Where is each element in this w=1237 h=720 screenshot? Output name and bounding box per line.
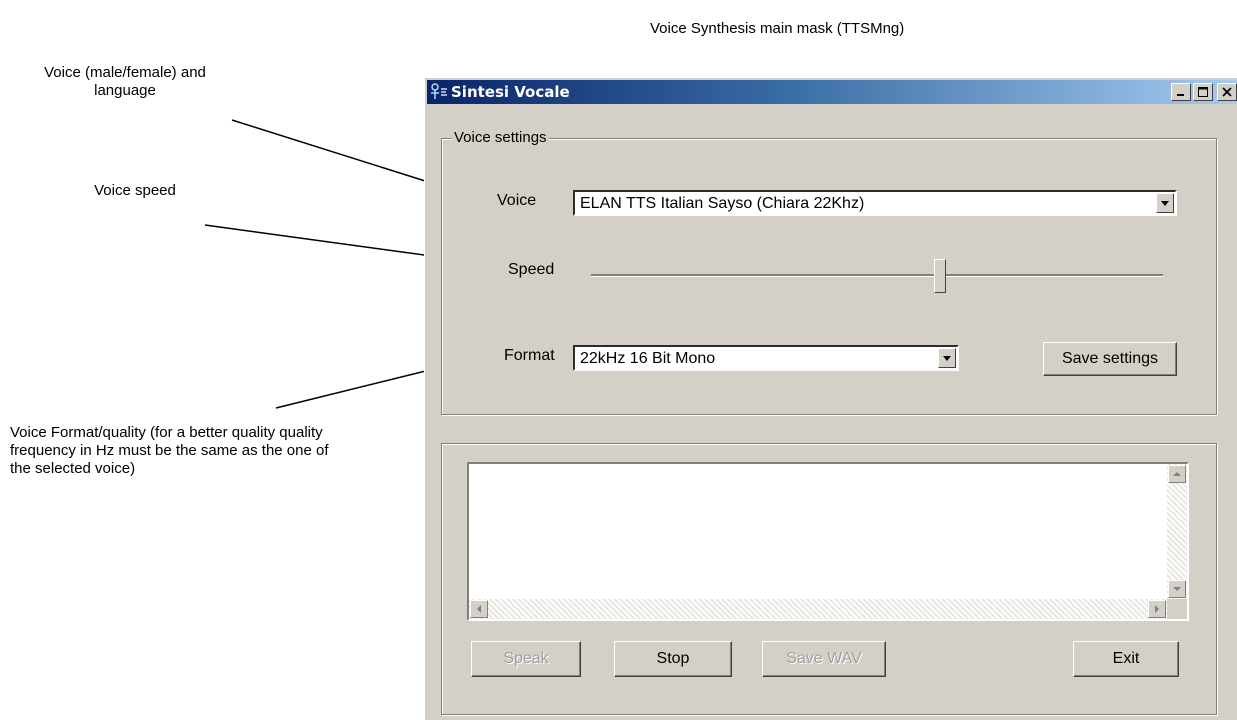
exit-button[interactable]: Exit <box>1073 641 1179 677</box>
title-bar[interactable]: Sintesi Vocale <box>427 80 1237 104</box>
format-select[interactable]: 22kHz 16 Bit Mono <box>573 345 959 371</box>
minimize-button[interactable] <box>1171 83 1191 101</box>
stop-button[interactable]: Stop <box>614 641 732 677</box>
scroll-right-button[interactable] <box>1148 600 1166 618</box>
speech-app-icon <box>431 83 447 99</box>
annotation-format: Voice Format/quality (for a better quali… <box>10 424 329 477</box>
document-title: Voice Synthesis main mask (TTSMng) <box>650 20 905 37</box>
scroll-up-button[interactable] <box>1168 465 1186 483</box>
tts-window: Sintesi Vocale Voice settings Voice ELAN… <box>424 77 1237 720</box>
save-wav-button[interactable]: Save WAV <box>762 641 886 677</box>
minimize-icon <box>1177 94 1184 96</box>
horizontal-scrollbar[interactable] <box>469 599 1167 619</box>
save-settings-button[interactable]: Save settings <box>1043 342 1177 376</box>
voice-select[interactable]: ELAN TTS Italian Sayso (Chiara 22Khz) <box>573 190 1177 216</box>
voice-select-value: ELAN TTS Italian Sayso (Chiara 22Khz) <box>580 195 865 212</box>
format-dropdown-button[interactable] <box>938 348 956 368</box>
close-icon <box>1222 87 1232 97</box>
scrollbar-corner <box>1167 599 1187 619</box>
annotation-voice: Voice (male/female) and language <box>44 64 206 99</box>
speed-slider-track[interactable] <box>591 274 1163 277</box>
speed-label: Speed <box>508 261 555 278</box>
vertical-scrollbar[interactable] <box>1167 464 1187 599</box>
scroll-left-button[interactable] <box>470 600 488 618</box>
annotation-speed: Voice speed <box>94 182 176 199</box>
maximize-icon <box>1198 87 1208 97</box>
close-button[interactable] <box>1217 83 1237 101</box>
maximize-button[interactable] <box>1193 83 1213 101</box>
window-title: Sintesi Vocale <box>451 83 570 101</box>
arrow-up-icon <box>1173 472 1181 476</box>
speed-slider-thumb[interactable] <box>934 259 946 293</box>
voice-dropdown-button[interactable] <box>1156 193 1174 213</box>
arrow-left-icon <box>477 605 481 613</box>
chevron-down-icon <box>1161 200 1169 206</box>
speak-button[interactable]: Speak <box>471 641 581 677</box>
voice-settings-label: Voice settings <box>452 129 549 146</box>
voice-label: Voice <box>497 192 537 209</box>
format-select-value: 22kHz 16 Bit Mono <box>580 350 716 367</box>
format-label: Format <box>504 347 555 364</box>
chevron-down-icon <box>943 355 951 361</box>
arrow-down-icon <box>1173 587 1181 591</box>
text-input[interactable] <box>467 462 1189 621</box>
scroll-down-button[interactable] <box>1168 580 1186 598</box>
arrow-right-icon <box>1155 605 1159 613</box>
